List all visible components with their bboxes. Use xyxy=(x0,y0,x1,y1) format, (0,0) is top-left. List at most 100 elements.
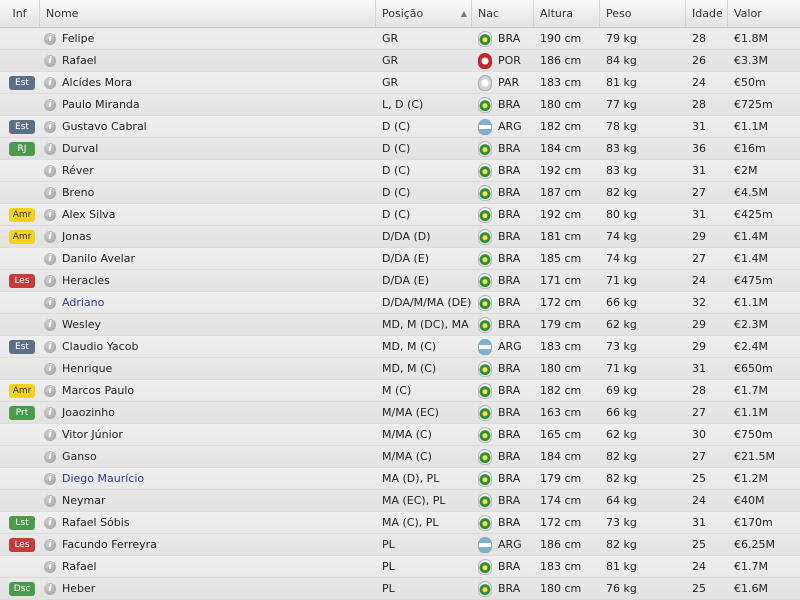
info-icon[interactable]: i xyxy=(44,164,56,177)
name-cell[interactable]: i Durval xyxy=(40,138,376,159)
name-cell[interactable]: i Alcídes Mora xyxy=(40,72,376,93)
info-icon[interactable]: i xyxy=(44,538,56,551)
name-cell[interactable]: i Heber xyxy=(40,578,376,599)
player-name[interactable]: Facundo Ferreyra xyxy=(62,534,157,555)
name-cell[interactable]: i Vitor Júnior xyxy=(40,424,376,445)
column-header-height[interactable]: Altura xyxy=(534,0,600,27)
info-icon[interactable]: i xyxy=(44,142,56,155)
nationality-cell[interactable]: BRA xyxy=(472,270,534,291)
nationality-cell[interactable]: BRA xyxy=(472,94,534,115)
column-header-value[interactable]: Valor xyxy=(728,0,800,27)
nationality-cell[interactable]: BRA xyxy=(472,446,534,467)
name-cell[interactable]: i Claudio Yacob xyxy=(40,336,376,357)
name-cell[interactable]: i Marcos Paulo xyxy=(40,380,376,401)
table-row[interactable]: Amr i Marcos Paulo M (C) BRA 182 cm 69 kg 28 €1.… xyxy=(0,380,800,402)
table-row[interactable]: i Danilo Avelar D/DA (E) BRA 185 cm 74 kg 27 €1… xyxy=(0,248,800,270)
nationality-cell[interactable]: BRA xyxy=(472,380,534,401)
table-row[interactable]: Dsc i Heber PL BRA 180 cm 76 kg 25 €1.6M xyxy=(0,578,800,600)
name-cell[interactable]: i Rafael xyxy=(40,556,376,577)
info-icon[interactable]: i xyxy=(44,560,56,573)
info-icon[interactable]: i xyxy=(44,32,56,45)
info-icon[interactable]: i xyxy=(44,428,56,441)
table-row[interactable]: RJ i Durval D (C) BRA 184 cm 83 kg 36 €16m xyxy=(0,138,800,160)
status-badge[interactable]: Est xyxy=(9,76,35,90)
player-name[interactable]: Diego Maurício xyxy=(62,468,144,489)
status-badge[interactable]: Amr xyxy=(9,230,35,244)
info-icon[interactable]: i xyxy=(44,450,56,463)
info-icon[interactable]: i xyxy=(44,384,56,397)
name-cell[interactable]: i Rafael xyxy=(40,50,376,71)
name-cell[interactable]: i Felipe xyxy=(40,28,376,49)
status-badge[interactable]: Les xyxy=(9,538,35,552)
name-cell[interactable]: i Neymar xyxy=(40,490,376,511)
player-name[interactable]: Felipe xyxy=(62,28,94,49)
nationality-cell[interactable]: BRA xyxy=(472,402,534,423)
name-cell[interactable]: i Heracles xyxy=(40,270,376,291)
info-icon[interactable]: i xyxy=(44,494,56,507)
nationality-cell[interactable]: PAR xyxy=(472,72,534,93)
name-cell[interactable]: i Alex Silva xyxy=(40,204,376,225)
status-badge[interactable]: Est xyxy=(9,120,35,134)
player-name[interactable]: Henrique xyxy=(62,358,112,379)
info-icon[interactable]: i xyxy=(44,230,56,243)
player-name[interactable]: Rafael xyxy=(62,556,97,577)
nationality-cell[interactable]: ARG xyxy=(472,116,534,137)
player-name[interactable]: Paulo Miranda xyxy=(62,94,140,115)
status-badge[interactable]: Dsc xyxy=(9,582,35,596)
table-row[interactable]: i Rafael GR POR 186 cm 84 kg 26 €3.3M xyxy=(0,50,800,72)
player-name[interactable]: Breno xyxy=(62,182,94,203)
player-name[interactable]: Claudio Yacob xyxy=(62,336,138,357)
table-row[interactable]: i Henrique MD, M (C) BRA 180 cm 71 kg 31 €650m xyxy=(0,358,800,380)
nationality-cell[interactable]: POR xyxy=(472,50,534,71)
name-cell[interactable]: i Ganso xyxy=(40,446,376,467)
player-name[interactable]: Marcos Paulo xyxy=(62,380,134,401)
status-badge[interactable]: RJ xyxy=(9,142,35,156)
nationality-cell[interactable]: BRA xyxy=(472,358,534,379)
status-badge[interactable]: Amr xyxy=(9,384,35,398)
table-row[interactable]: i Wesley MD, M (DC), MA ... BRA 179 cm 62 kg 2… xyxy=(0,314,800,336)
status-badge[interactable]: Prt xyxy=(9,406,35,420)
nationality-cell[interactable]: BRA xyxy=(472,204,534,225)
column-header-age[interactable]: Idade xyxy=(686,0,728,27)
info-icon[interactable]: i xyxy=(44,120,56,133)
table-row[interactable]: Les i Facundo Ferreyra PL ARG 186 cm 82 kg 25 €6… xyxy=(0,534,800,556)
table-row[interactable]: Est i Alcídes Mora GR PAR 183 cm 81 kg 24 €50m xyxy=(0,72,800,94)
info-icon[interactable]: i xyxy=(44,186,56,199)
player-name[interactable]: Durval xyxy=(62,138,98,159)
table-row[interactable]: i Neymar MA (EC), PL BRA 174 cm 64 kg 24 €40M xyxy=(0,490,800,512)
nationality-cell[interactable]: ARG xyxy=(472,534,534,555)
table-row[interactable]: i Felipe GR BRA 190 cm 79 kg 28 €1.8M xyxy=(0,28,800,50)
info-icon[interactable]: i xyxy=(44,76,56,89)
player-name[interactable]: Danilo Avelar xyxy=(62,248,135,269)
name-cell[interactable]: i Danilo Avelar xyxy=(40,248,376,269)
status-badge[interactable]: Lst xyxy=(9,516,35,530)
nationality-cell[interactable]: BRA xyxy=(472,468,534,489)
name-cell[interactable]: i Paulo Miranda xyxy=(40,94,376,115)
nationality-cell[interactable]: BRA xyxy=(472,424,534,445)
nationality-cell[interactable]: BRA xyxy=(472,314,534,335)
name-cell[interactable]: i Gustavo Cabral xyxy=(40,116,376,137)
table-row[interactable]: i Diego Maurício MA (D), PL BRA 179 cm 82 kg 2… xyxy=(0,468,800,490)
table-row[interactable]: Les i Heracles D/DA (E) BRA 171 cm 71 kg 24 €475… xyxy=(0,270,800,292)
info-icon[interactable]: i xyxy=(44,472,56,485)
info-icon[interactable]: i xyxy=(44,318,56,331)
nationality-cell[interactable]: BRA xyxy=(472,226,534,247)
player-name[interactable]: Alex Silva xyxy=(62,204,116,225)
nationality-cell[interactable]: BRA xyxy=(472,182,534,203)
name-cell[interactable]: i Facundo Ferreyra xyxy=(40,534,376,555)
table-row[interactable]: Amr i Jonas D/DA (D) BRA 181 cm 74 kg 29 €1.4M xyxy=(0,226,800,248)
column-header-nationality[interactable]: Nac xyxy=(472,0,534,27)
name-cell[interactable]: i Joaozinho xyxy=(40,402,376,423)
info-icon[interactable]: i xyxy=(44,362,56,375)
player-name[interactable]: Neymar xyxy=(62,490,105,511)
info-icon[interactable]: i xyxy=(44,252,56,265)
player-name[interactable]: Alcídes Mora xyxy=(62,72,132,93)
info-icon[interactable]: i xyxy=(44,582,56,595)
table-row[interactable]: Prt i Joaozinho M/MA (EC) BRA 163 cm 66 kg 27 €1… xyxy=(0,402,800,424)
column-header-inf[interactable]: Inf xyxy=(0,0,40,27)
column-header-position[interactable]: Posição ▲ xyxy=(376,0,472,27)
player-name[interactable]: Jonas xyxy=(62,226,91,247)
info-icon[interactable]: i xyxy=(44,98,56,111)
player-name[interactable]: Gustavo Cabral xyxy=(62,116,147,137)
status-badge[interactable]: Est xyxy=(9,340,35,354)
